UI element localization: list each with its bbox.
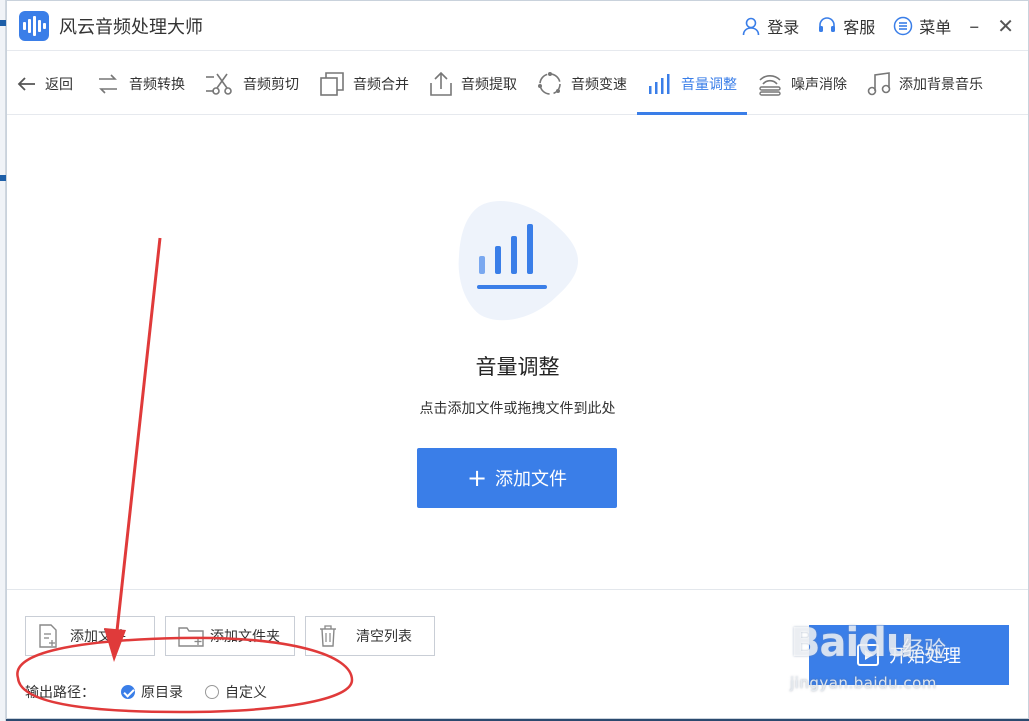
radio-original-dir[interactable]: 原目录 [121, 682, 183, 702]
app-title: 风云音频处理大师 [59, 16, 203, 38]
tab-audio-convert[interactable]: 音频转换 [85, 53, 195, 114]
tab-label: 音频转换 [129, 76, 185, 93]
file-add-icon [39, 624, 57, 648]
arrow-left-icon [17, 76, 35, 91]
volume-bars-icon [649, 73, 670, 94]
menu-label: 菜单 [919, 18, 952, 37]
add-folder-button[interactable]: 添加文件夹 [165, 616, 295, 656]
scissors-icon [206, 73, 232, 95]
menu-button[interactable]: 菜单 [893, 14, 951, 38]
add-file-main-label: 添加文件 [495, 469, 568, 490]
tab-label: 音频提取 [461, 76, 517, 93]
dropzone-title: 音量调整 [475, 355, 560, 379]
extract-icon [430, 71, 452, 96]
tab-label: 音频剪切 [243, 76, 299, 93]
feature-tabs: 返回 音频转换 音频剪切 音频合并 音频提取 音频变速 音量调整 噪声消除 添加… [7, 53, 1028, 115]
menu-icon [893, 16, 913, 36]
output-path-row: 输出路径： 原目录 自定义 [25, 682, 267, 702]
tab-label: 音频合并 [353, 76, 409, 93]
radio-unchecked-icon [205, 685, 219, 699]
back-label: 返回 [45, 76, 73, 93]
tab-add-bgm[interactable]: 添加背景音乐 [857, 53, 993, 114]
tab-label: 音量调整 [681, 76, 737, 93]
user-icon [742, 17, 760, 36]
tab-label: 音频变速 [571, 76, 627, 93]
output-path-label: 输出路径： [25, 685, 95, 701]
tab-audio-speed[interactable]: 音频变速 [527, 53, 637, 114]
app-logo-icon [19, 10, 49, 41]
volume-hero-icon [458, 201, 578, 321]
add-file-button[interactable]: 添加文件 [25, 616, 155, 656]
tab-noise-removal[interactable]: 噪声消除 [747, 53, 857, 114]
tab-label: 添加背景音乐 [899, 76, 983, 93]
title-bar: 风云音频处理大师 登录 客服 菜单 – ✕ [7, 1, 1028, 51]
service-button[interactable]: 客服 [817, 14, 875, 38]
radio-original-label: 原目录 [141, 685, 183, 701]
music-note-icon [867, 71, 891, 95]
close-icon[interactable]: ✕ [997, 16, 1014, 36]
plus-icon: + [466, 464, 488, 492]
start-process-button[interactable]: 开始处理 [809, 625, 1009, 685]
merge-icon [320, 71, 344, 96]
convert-icon [99, 73, 117, 94]
speed-icon [538, 71, 561, 95]
add-file-main-button[interactable]: + 添加文件 [417, 448, 617, 508]
login-label: 登录 [767, 18, 800, 37]
app-window: 风云音频处理大师 登录 客服 菜单 – ✕ 返回 音频转换 音频剪切 音频合并 … [6, 0, 1029, 719]
tab-volume-adjust[interactable]: 音量调整 [637, 53, 747, 115]
clear-list-button[interactable]: 清空列表 [305, 616, 435, 656]
dropzone-hint: 点击添加文件或拖拽文件到此处 [419, 401, 616, 417]
tab-audio-merge[interactable]: 音频合并 [309, 53, 419, 114]
headset-icon [819, 17, 836, 32]
radio-custom-label: 自定义 [225, 685, 267, 701]
tab-label: 噪声消除 [791, 76, 847, 93]
trash-icon [320, 625, 336, 647]
clear-list-label: 清空列表 [356, 629, 412, 645]
start-process-label: 开始处理 [889, 646, 961, 667]
radio-checked-icon [121, 685, 135, 699]
minimize-icon[interactable]: – [969, 16, 979, 36]
noise-icon [759, 74, 781, 96]
bottom-divider [7, 589, 1028, 590]
play-icon [857, 644, 879, 666]
back-button[interactable]: 返回 [7, 53, 85, 114]
radio-custom-dir[interactable]: 自定义 [205, 682, 267, 702]
add-file-label: 添加文件 [70, 629, 126, 645]
tab-audio-cut[interactable]: 音频剪切 [195, 53, 309, 114]
add-folder-label: 添加文件夹 [210, 629, 280, 645]
tab-audio-extract[interactable]: 音频提取 [419, 53, 527, 114]
folder-add-icon [178, 627, 204, 647]
service-label: 客服 [843, 18, 876, 37]
login-button[interactable]: 登录 [741, 14, 799, 38]
